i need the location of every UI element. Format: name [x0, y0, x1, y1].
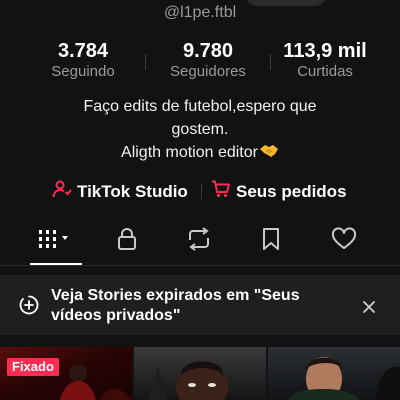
- stat-followers-label: Seguidores: [170, 63, 246, 80]
- stat-likes[interactable]: 113,9 mil Curtidas: [270, 40, 380, 80]
- heart-icon: [331, 226, 357, 256]
- tab-private[interactable]: [99, 224, 155, 258]
- close-icon[interactable]: [361, 299, 377, 315]
- stat-likes-label: Curtidas: [297, 63, 353, 80]
- handshake-icon: [259, 143, 279, 166]
- thumbnail-image: [148, 361, 228, 400]
- tiktok-studio-label: TikTok Studio: [77, 181, 188, 201]
- lock-icon: [116, 227, 138, 256]
- stat-following-label: Seguindo: [51, 63, 115, 80]
- video-grid: Fixado: [0, 347, 400, 400]
- stories-banner-text: Veja Stories expirados em "Seus vídeos p…: [51, 287, 300, 324]
- bio-line: Aligth motion editor: [0, 141, 400, 166]
- repost-icon: [186, 226, 212, 256]
- tab-videos[interactable]: [28, 224, 84, 258]
- profile-username: @l1pe.ftbl: [163, 4, 237, 21]
- bio-line: Faço edits de futebol,espero que: [83, 98, 317, 115]
- profile-links: TikTok Studio Seus pedidos: [0, 180, 400, 202]
- pinned-badge: Fixado: [7, 358, 59, 376]
- stat-following-value: 3.784: [57, 40, 109, 62]
- stat-likes-value: 113,9 mil: [283, 40, 367, 62]
- tiktok-studio-link[interactable]: TikTok Studio: [52, 180, 188, 203]
- cart-icon: [211, 180, 231, 203]
- tab-saved[interactable]: [243, 224, 299, 258]
- videos-grid-icon: [36, 228, 76, 255]
- tab-liked[interactable]: [316, 224, 372, 258]
- orders-label: Seus pedidos: [236, 181, 347, 201]
- bio-line: gostem.: [171, 121, 229, 138]
- bookmark-icon: [261, 227, 281, 256]
- video-thumbnail[interactable]: Fixado: [0, 347, 132, 400]
- orders-link[interactable]: Seus pedidos: [211, 180, 347, 203]
- stat-followers[interactable]: 9.780 Seguidores: [153, 40, 263, 80]
- thumbnail-image: [288, 357, 400, 400]
- studio-icon: [52, 180, 72, 203]
- tab-reposts[interactable]: [171, 224, 227, 258]
- story-add-icon: [19, 295, 39, 320]
- stat-followers-value: 9.780: [182, 40, 234, 62]
- links-divider: [201, 184, 202, 199]
- profile-stats: 3.784 Seguindo 9.780 Seguidores 113,9 mi…: [0, 40, 400, 84]
- stories-banner[interactable]: Veja Stories expirados em "Seus vídeos p…: [0, 275, 400, 335]
- profile-tabs: [0, 224, 400, 265]
- stat-following[interactable]: 3.784 Seguindo: [28, 40, 138, 80]
- tabs-divider: [0, 265, 400, 266]
- video-thumbnail[interactable]: [268, 347, 400, 400]
- bio-line-text: Aligth motion editor: [121, 144, 258, 161]
- video-thumbnail[interactable]: [134, 347, 266, 400]
- profile-bio: Faço edits de futebol,espero que gostem.…: [0, 95, 400, 166]
- stat-divider: [145, 54, 146, 70]
